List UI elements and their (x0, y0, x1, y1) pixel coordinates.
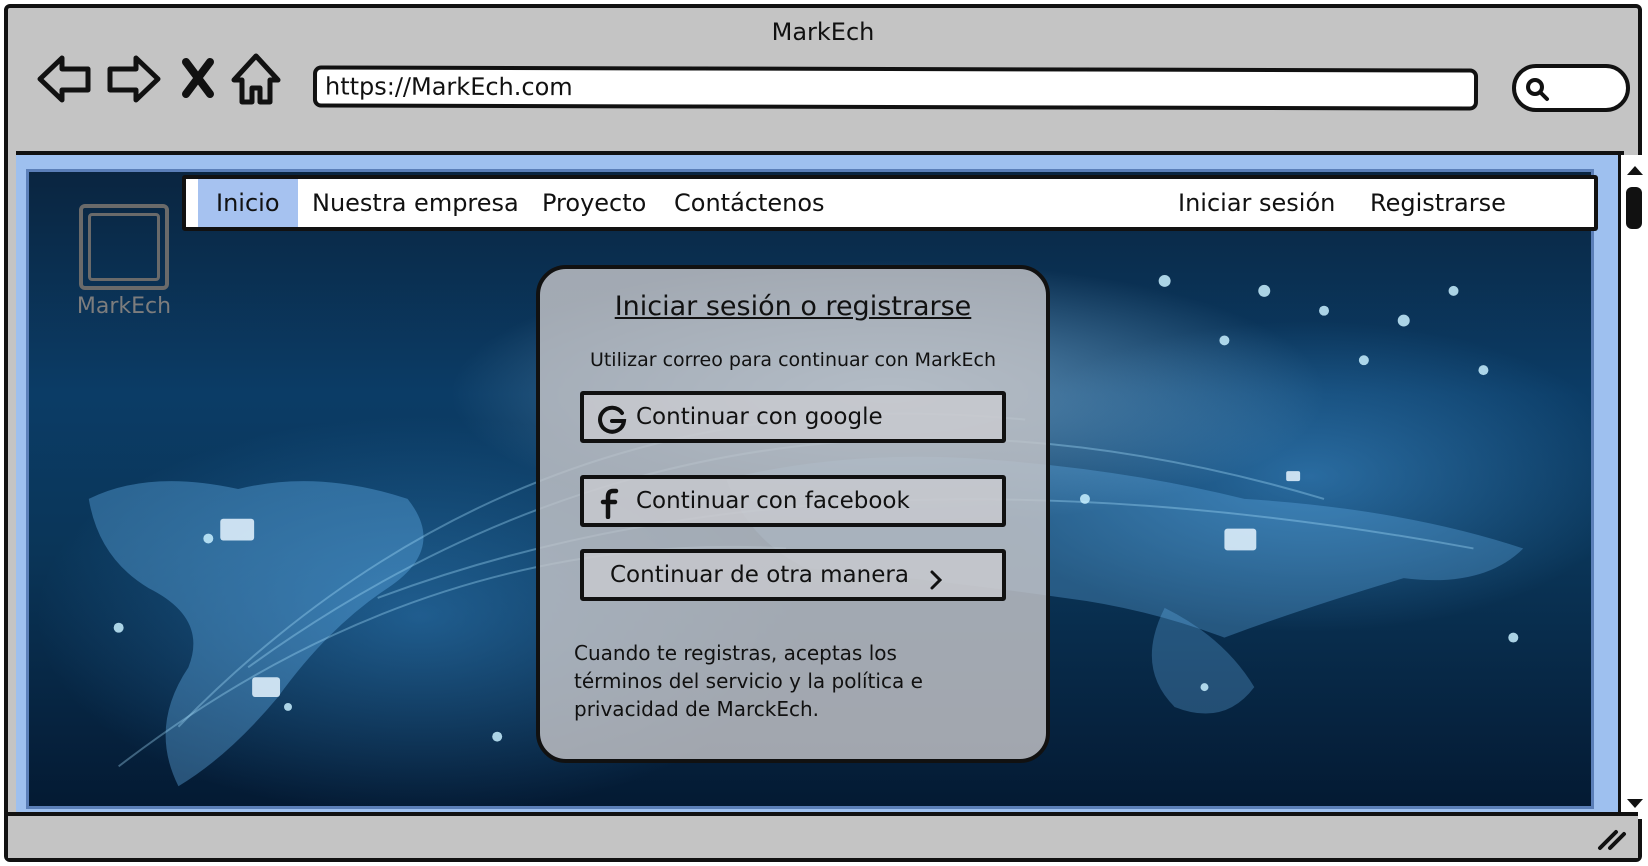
url-input[interactable]: https://MarkEch.com (312, 65, 1479, 111)
window-title: MarkEch (771, 18, 875, 46)
resize-grip-icon[interactable] (1596, 824, 1628, 852)
vertical-scrollbar[interactable] (1618, 155, 1648, 819)
continue-other-way-button[interactable]: Continuar de otra manera (580, 549, 1006, 601)
browser-window: MarkEch https://MarkEch.com MarkEch Inic… (4, 4, 1648, 862)
nav-item-iniciar-sesion[interactable]: Iniciar sesión (1178, 179, 1335, 227)
nav-item-proyecto[interactable]: Proyecto (542, 179, 646, 227)
scroll-thumb[interactable] (1626, 187, 1642, 229)
login-card: Iniciar sesión o registrarse Utilizar co… (536, 265, 1050, 763)
other-way-button-label: Continuar de otra manera (610, 562, 909, 588)
back-arrow-icon[interactable] (34, 50, 96, 108)
nav-item-contactenos[interactable]: Contáctenos (674, 179, 825, 227)
facebook-button-label: Continuar con facebook (636, 488, 910, 514)
forward-arrow-icon[interactable] (102, 50, 164, 108)
page-viewport: MarkEch Inicio Nuestra empresa Proyecto … (16, 151, 1624, 817)
facebook-icon (600, 488, 619, 519)
terms-text: Cuando te registras, aceptas los término… (574, 641, 923, 721)
site-logo[interactable]: MarkEch (69, 194, 171, 324)
status-bar (8, 812, 1638, 858)
scroll-up-arrow-icon[interactable] (1623, 159, 1647, 183)
nav-item-inicio[interactable]: Inicio (198, 179, 298, 227)
search-icon (1526, 78, 1549, 101)
login-title[interactable]: Iniciar sesión o registrarse (540, 291, 1046, 322)
login-subtitle: Utilizar correo para continuar con MarkE… (589, 349, 997, 371)
google-icon (598, 405, 627, 434)
main-navigation-bar: Inicio Nuestra empresa Proyecto Contácte… (182, 175, 1598, 231)
google-button-label: Continuar con google (636, 404, 883, 430)
chevron-right-icon (930, 570, 943, 590)
browser-search-input[interactable] (1512, 64, 1630, 112)
logo-text: MarkEch (76, 294, 172, 319)
nav-item-registrarse[interactable]: Registrarse (1370, 179, 1506, 227)
logo-image-placeholder (79, 204, 169, 290)
continue-google-button[interactable]: Continuar con google (580, 391, 1006, 443)
continue-facebook-button[interactable]: Continuar con facebook (580, 475, 1006, 527)
close-icon[interactable] (178, 50, 218, 108)
nav-item-nuestra-empresa[interactable]: Nuestra empresa (312, 179, 519, 227)
home-icon[interactable] (230, 50, 282, 108)
